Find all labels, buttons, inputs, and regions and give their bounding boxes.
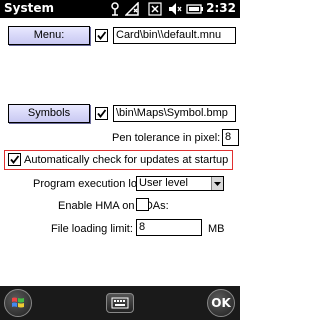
symbols-path-field[interactable]: \bin\Maps\Symbol.bmp (113, 105, 236, 122)
menu-button[interactable]: Menu: (8, 26, 90, 45)
hma-checkbox[interactable] (136, 198, 149, 211)
file-limit-label: File loading limit: (51, 223, 133, 235)
signal-icon[interactable] (125, 2, 139, 16)
battery-icon[interactable] (186, 2, 204, 16)
window-title: System (4, 1, 54, 15)
symbols-checkbox[interactable] (95, 107, 108, 120)
data-icon[interactable] (148, 2, 162, 16)
auto-update-label[interactable]: Automatically check for updates at start… (24, 153, 228, 167)
volume-icon[interactable] (168, 2, 182, 16)
auto-update-checkbox[interactable] (8, 153, 21, 166)
menu-path-field[interactable]: Card\bin\\default.mnu (113, 27, 236, 44)
windows-start-button[interactable] (4, 289, 32, 317)
check-icon (10, 155, 20, 164)
menu-checkbox[interactable] (95, 29, 108, 42)
execution-log-label: Program execution log: (33, 178, 147, 190)
pen-tolerance-label: Pen tolerance in pixel: (112, 132, 221, 144)
windows-start-icon (12, 297, 24, 308)
check-icon (97, 109, 107, 118)
symbols-button[interactable]: Symbols (8, 104, 90, 123)
execution-log-value: User level (139, 177, 188, 189)
chevron-down-icon[interactable] (211, 177, 223, 190)
clock: 2:32 (206, 1, 236, 15)
keyboard-icon (111, 297, 129, 309)
hma-label: Enable HMA on PDAs: (58, 200, 169, 212)
execution-log-select[interactable]: User level (136, 176, 224, 191)
status-bar: System 2:32 (0, 0, 240, 18)
file-limit-unit: MB (208, 223, 225, 235)
bottom-bar: OK (0, 286, 240, 320)
ok-button[interactable]: OK (207, 289, 235, 317)
file-limit-field[interactable]: 8 (136, 219, 202, 236)
pen-tolerance-field[interactable]: 8 (222, 129, 239, 146)
check-icon (97, 31, 107, 40)
keyboard-button[interactable] (106, 293, 134, 313)
connectivity-icon[interactable] (108, 2, 122, 16)
